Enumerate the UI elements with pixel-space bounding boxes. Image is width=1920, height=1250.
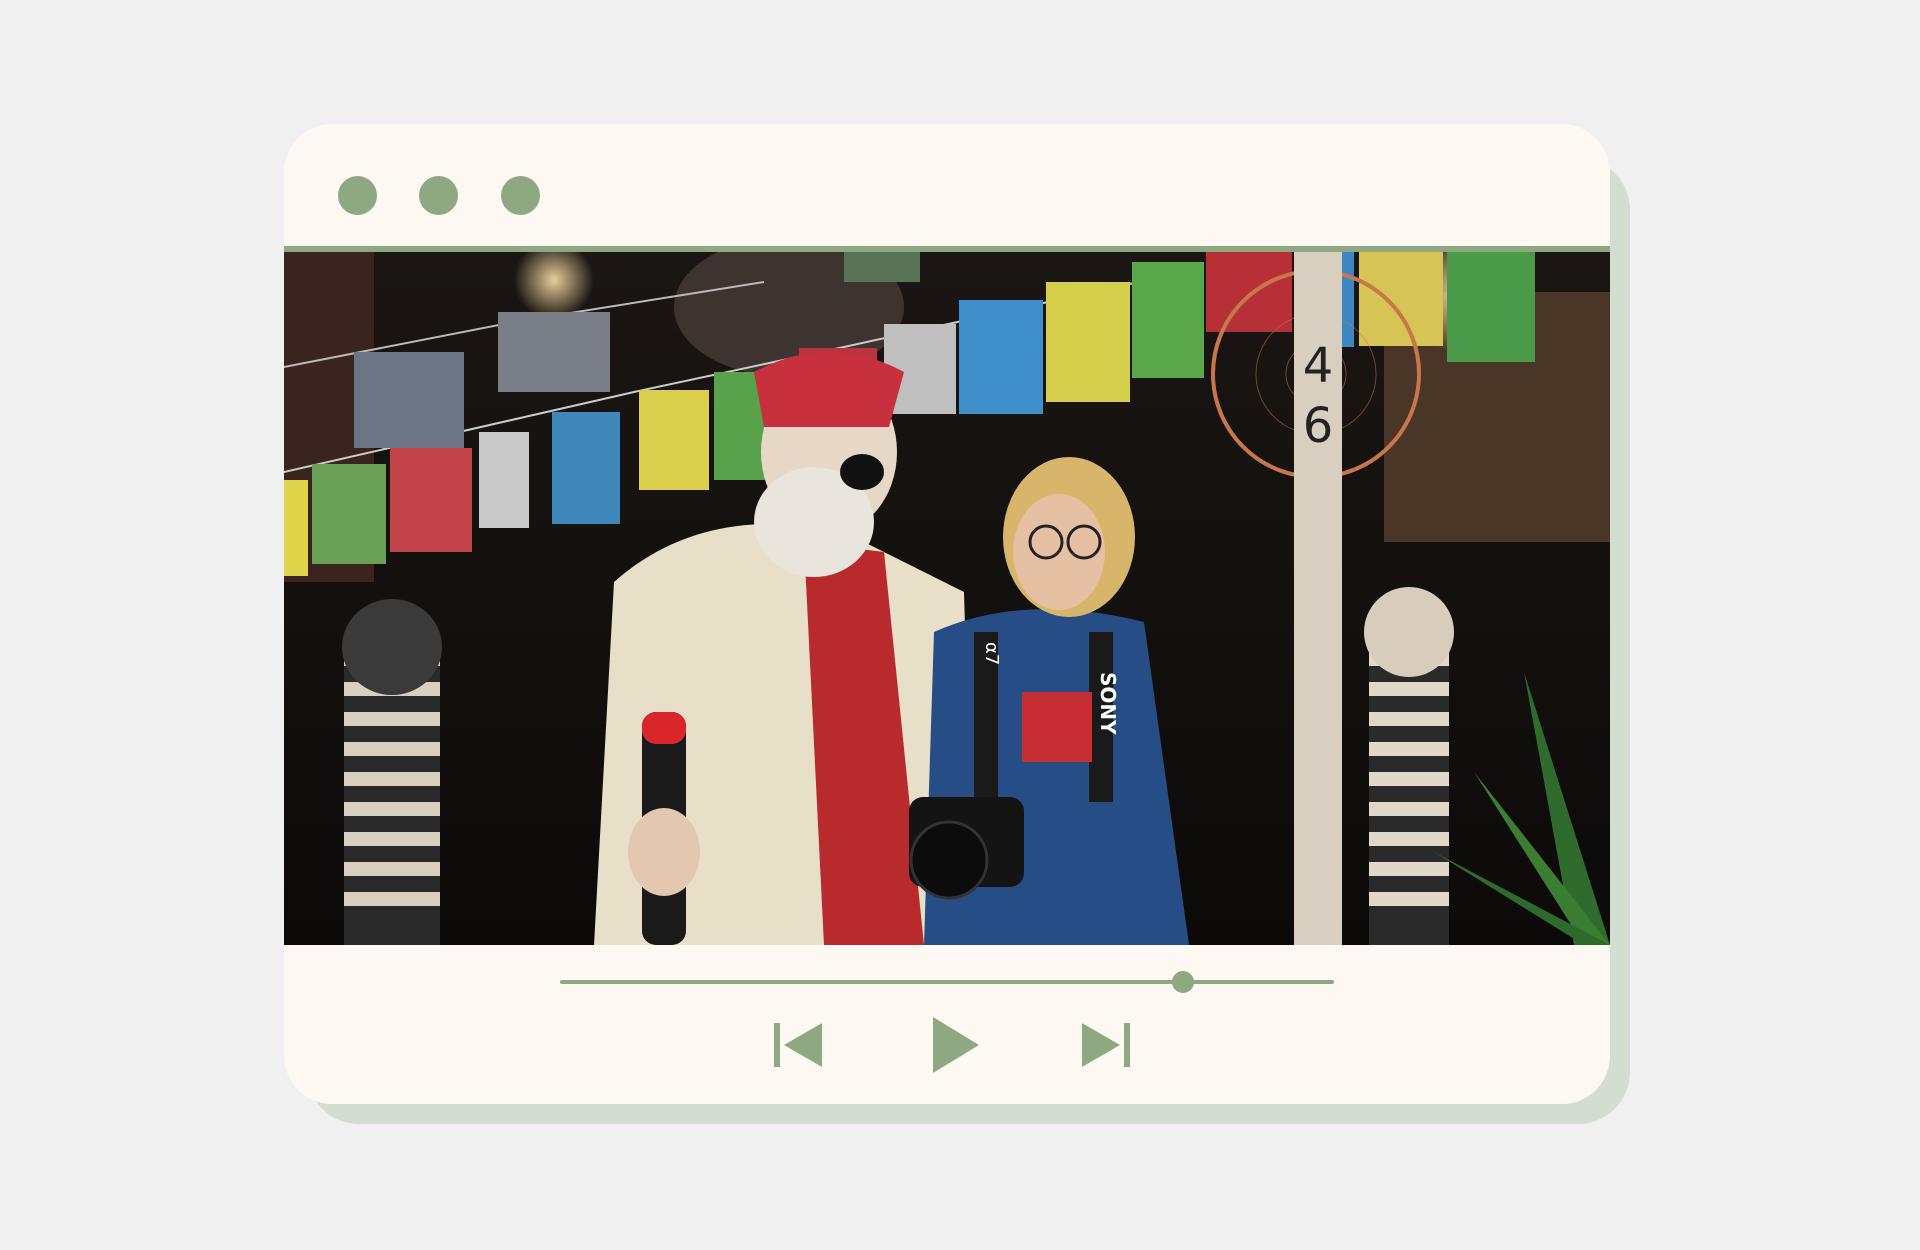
maximize-window-dot[interactable] (501, 176, 540, 215)
camera-strap-brand: SONY (1096, 672, 1120, 735)
title-bar (284, 124, 1610, 246)
skip-next-icon (1082, 1023, 1130, 1067)
minimize-window-dot[interactable] (419, 176, 458, 215)
play-icon (933, 1017, 979, 1073)
media-player-window: 4 6 SONY α7 (284, 124, 1610, 1104)
seek-bar[interactable] (560, 980, 1334, 984)
video-frame[interactable]: 4 6 SONY α7 (284, 252, 1610, 945)
skip-previous-button[interactable] (764, 1015, 834, 1075)
striped-cat-statue-right (1364, 587, 1454, 945)
post-number-top: 4 (1303, 338, 1334, 394)
camera-model-label: α7 (981, 642, 1002, 665)
video-still-image: 4 6 SONY α7 (284, 252, 1610, 945)
striped-cat-statue-left (342, 599, 442, 945)
stage: 4 6 SONY α7 (0, 0, 1920, 1250)
post-number-bottom: 6 (1303, 398, 1334, 454)
skip-previous-icon (774, 1023, 822, 1067)
close-window-dot[interactable] (338, 176, 377, 215)
playback-controls (284, 945, 1610, 1104)
seek-knob[interactable] (1172, 971, 1195, 993)
play-button[interactable] (919, 1015, 989, 1075)
skip-next-button[interactable] (1072, 1015, 1142, 1075)
